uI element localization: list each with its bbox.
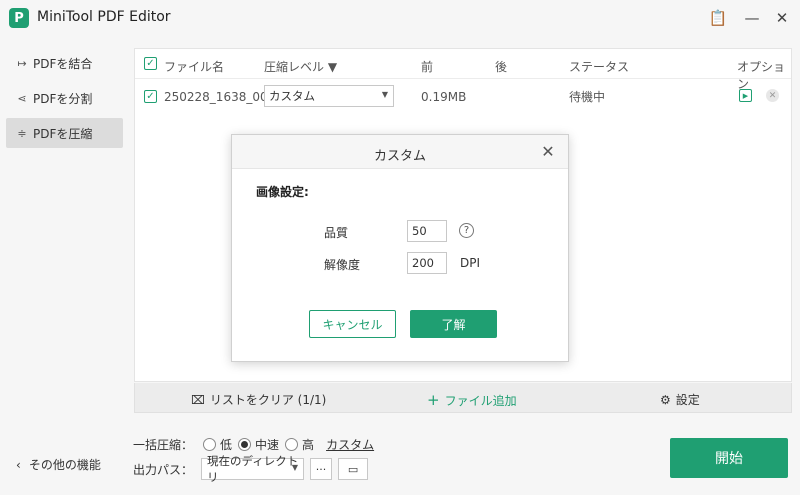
quality-label: 品質 (324, 226, 349, 240)
sidebar-item-compress[interactable]: ≑ PDFを圧縮 (6, 118, 123, 148)
resolution-unit: DPI (460, 256, 481, 270)
resolution-label: 解像度 (324, 258, 361, 272)
remove-row-icon[interactable]: ✕ (766, 89, 779, 102)
sidebar-item-split[interactable]: ⋖ PDFを分割 (6, 83, 123, 113)
image-settings-heading: 画像設定: (256, 185, 309, 199)
header-after: 後 (495, 60, 508, 74)
add-file-button[interactable]: + ファイル追加 (427, 391, 517, 409)
feedback-icon[interactable]: 📋 (706, 6, 730, 30)
sidebar-item-label: PDFを分割 (33, 91, 93, 106)
play-icon[interactable]: ▶ (739, 89, 752, 102)
table-header: ✓ ファイル名 圧縮レベル ▼ 前 後 ステータス オプション (135, 49, 791, 91)
other-features-label: その他の機能 (28, 458, 101, 472)
app-title: MiniTool PDF Editor (37, 9, 171, 25)
clear-list-label: リストをクリア (1/1) (209, 393, 327, 407)
close-window-button[interactable]: ✕ (770, 6, 794, 30)
more-options-button[interactable]: ··· (310, 458, 333, 480)
folder-icon[interactable]: ▭ (338, 458, 369, 480)
settings-label: 設定 (675, 393, 700, 407)
chevron-down-icon: ▼ (291, 463, 299, 472)
header-level[interactable]: 圧縮レベル ▼ (264, 58, 337, 75)
ok-button[interactable]: 了解 (410, 310, 497, 338)
close-icon[interactable]: ✕ (538, 141, 558, 161)
radio-medium[interactable]: 中速 (238, 436, 279, 453)
sidebar-item-merge[interactable]: ↦ PDFを結合 (6, 48, 123, 78)
output-path-label: 出力パス： (133, 462, 194, 477)
quality-input[interactable]: 50 (407, 220, 447, 242)
output-path-row: 出力パス： 現在のディレクトリ ▼ ··· ▭ (133, 454, 369, 484)
cancel-button[interactable]: キャンセル (309, 310, 396, 338)
header-filename: ファイル名 (164, 60, 225, 74)
bulk-compress-label: 一括圧縮： (133, 438, 194, 452)
start-button[interactable]: 開始 (670, 438, 788, 478)
compress-icon: ≑ (17, 126, 27, 140)
level-select-value: カスタム (269, 89, 315, 103)
clear-list-button[interactable]: ⌧ リストをクリア (1/1) (191, 391, 326, 408)
gear-icon: ⚙ (660, 392, 671, 407)
row-checkbox[interactable]: ✓ (144, 90, 157, 103)
custom-link[interactable]: カスタム (326, 436, 374, 453)
header-status: ステータス (569, 60, 630, 74)
merge-icon: ↦ (17, 56, 27, 70)
split-icon: ⋖ (17, 91, 27, 105)
sidebar-item-label: PDFを圧縮 (33, 126, 93, 141)
sidebar-item-label: PDFを結合 (33, 56, 93, 71)
add-file-label: ファイル追加 (444, 393, 517, 408)
plus-icon: + (427, 391, 440, 409)
select-all-checkbox[interactable]: ✓ (144, 57, 157, 70)
radio-high[interactable]: 高 (285, 436, 314, 453)
dialog-header: カスタム ✕ (232, 135, 568, 169)
header-before: 前 (421, 60, 434, 74)
chevron-left-icon: ‹ (16, 457, 21, 472)
chevron-down-icon: ▼ (381, 90, 388, 99)
header-option: オプション (737, 60, 786, 91)
resolution-input[interactable]: 200 (407, 252, 447, 274)
dialog-title: カスタム (373, 149, 426, 164)
other-features-button[interactable]: ‹ その他の機能 (16, 456, 101, 473)
sidebar: ↦ PDFを結合 ⋖ PDFを分割 ≑ PDFを圧縮 ‹ その他の機能 (0, 36, 130, 495)
row-before-size: 0.19MB (421, 90, 467, 104)
title-bar: P MiniTool PDF Editor 📋 — ✕ (0, 0, 800, 36)
output-path-select[interactable]: 現在のディレクトリ ▼ (201, 454, 305, 484)
custom-dialog: カスタム ✕ 画像設定: 品質 50 ? 解像度 200 DPI キャンセル 了… (231, 134, 569, 362)
minimize-button[interactable]: — (740, 6, 764, 30)
output-path-value: 現在のディレクトリ (207, 454, 299, 484)
settings-button[interactable]: ⚙ 設定 (660, 391, 700, 408)
bulk-compress-row: 一括圧縮： 低 中速 高 カスタム (133, 436, 374, 453)
broom-icon: ⌧ (191, 392, 205, 407)
list-actions-bar: ⌧ リストをクリア (1/1) + ファイル追加 ⚙ 設定 (134, 383, 792, 413)
help-icon[interactable]: ? (459, 223, 474, 238)
radio-low[interactable]: 低 (203, 436, 232, 453)
app-logo: P (9, 8, 29, 28)
row-status: 待機中 (569, 90, 606, 104)
level-select[interactable]: カスタム ▼ (264, 85, 394, 107)
